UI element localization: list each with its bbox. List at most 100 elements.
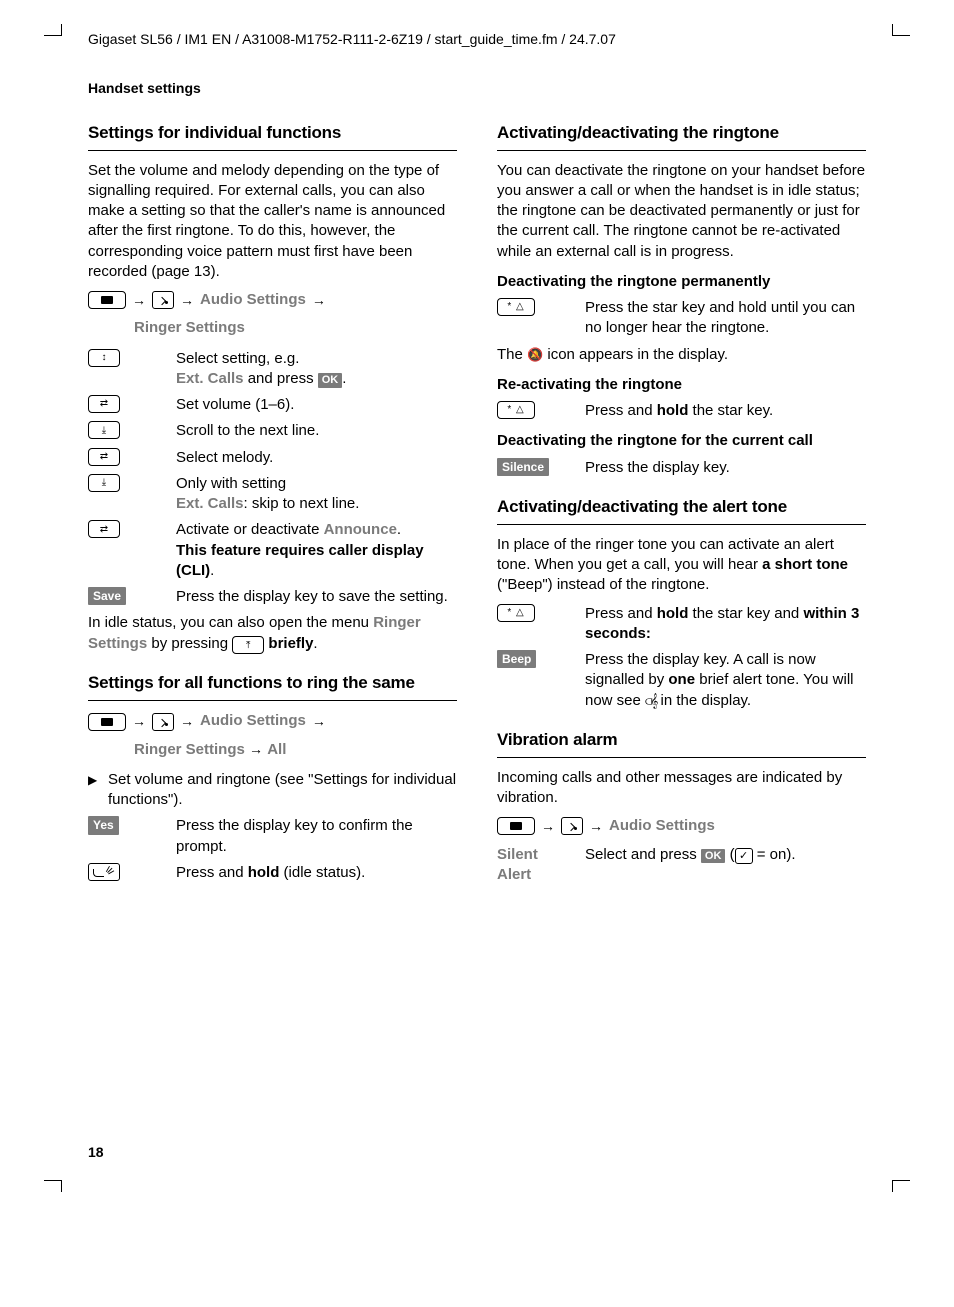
step-text: Press the display key to save the settin…: [176, 587, 457, 607]
subheading-deact-perm: Deactivating the ringtone permanently: [497, 272, 866, 292]
ok-badge: OK: [701, 849, 726, 864]
submenu-key-icon: [152, 291, 174, 309]
up-key-icon: ⤒: [232, 636, 264, 654]
step-text: .: [342, 370, 346, 387]
step-row: * △ Press and hold the star key.: [497, 401, 866, 421]
para-vibration: Incoming calls and other messages are in…: [497, 768, 866, 809]
beep-badge: Beep: [497, 650, 536, 668]
step-text: Press the display key to confirm the pro…: [176, 816, 457, 857]
step-text: Press and: [585, 402, 657, 419]
para-ringtone: You can deactivate the ringtone on your …: [497, 161, 866, 262]
down-key-icon: ⤓: [88, 421, 120, 439]
step-text: in the display.: [656, 692, 751, 709]
nav-path-1: → → Audio Settings → Ringer Settings: [88, 290, 457, 339]
step-text: Select and press: [585, 846, 701, 863]
step-text: Press and: [585, 605, 657, 622]
nav-audio: Audio Settings: [200, 290, 306, 310]
silence-badge: Silence: [497, 458, 549, 476]
step-text: .: [397, 521, 401, 538]
step-text: Press and: [176, 864, 248, 881]
step-bold: hold: [248, 864, 280, 881]
nav-audio: Audio Settings: [200, 711, 306, 731]
arrow-icon: →: [132, 712, 146, 731]
step-text: (idle status).: [279, 864, 365, 881]
step-text: : skip to next line.: [244, 495, 360, 512]
heading-individual: Settings for individual functions: [88, 122, 457, 151]
step-row: ⇄ Activate or deactivate Announce. This …: [88, 520, 457, 581]
star-key-icon: * △: [497, 401, 535, 419]
step-option: Ext. Calls: [176, 370, 244, 387]
step-row: Yes Press the display key to confirm the…: [88, 816, 457, 857]
arrow-icon: →: [249, 740, 263, 759]
menu-key-icon: [88, 713, 126, 731]
arrow-icon: →: [541, 817, 555, 836]
star-key-icon: * △: [497, 604, 535, 622]
silent-alert-label: Silent Alert: [497, 845, 575, 886]
arrow-icon: →: [312, 291, 326, 310]
step-text: Select melody.: [176, 448, 457, 468]
step-text: the star key and: [688, 605, 803, 622]
section-title: Handset settings: [88, 79, 866, 98]
nav-path-3: → → Audio Settings: [497, 816, 866, 836]
step-option: Ext. Calls: [176, 495, 244, 512]
nav-ringer: Ringer Settings: [134, 741, 245, 758]
para-alert: In place of the ringer tone you can acti…: [497, 535, 866, 596]
alert-display-icon: ⫏𝄞: [645, 693, 656, 708]
heading-alert: Activating/deactivating the alert tone: [497, 496, 866, 525]
step-text: Press the star key and hold until you ca…: [585, 298, 866, 339]
step-row: Silent Alert Select and press OK (✓ = on…: [497, 845, 866, 886]
step-row: ⇄ Select melody.: [88, 448, 457, 468]
step-text: = on).: [753, 846, 796, 863]
submenu-key-icon: [561, 817, 583, 835]
bullet-text: Set volume and ringtone (see "Settings f…: [108, 770, 457, 811]
heading-ringtone: Activating/deactivating the ringtone: [497, 122, 866, 151]
arrow-icon: →: [312, 712, 326, 731]
subheading-deact-cur: Deactivating the ringtone for the curren…: [497, 431, 866, 451]
submenu-key-icon: [152, 713, 174, 731]
bell-off-icon: 🔕: [527, 347, 543, 362]
step-text: Select setting, e.g.: [176, 350, 299, 367]
step-row: Silence Press the display key.: [497, 458, 866, 478]
triangle-bullet-icon: ▶: [88, 770, 100, 811]
step-row: ⤓ Only with setting Ext. Calls: skip to …: [88, 474, 457, 515]
bullet-item: ▶ Set volume and ringtone (see "Settings…: [88, 770, 457, 811]
step-row: * △ Press and hold the star key and with…: [497, 604, 866, 645]
arrow-icon: →: [180, 712, 194, 731]
arrow-icon: →: [180, 291, 194, 310]
heading-vibration: Vibration alarm: [497, 729, 866, 758]
step-bold: hold: [657, 402, 689, 419]
step-bold: one: [668, 671, 695, 688]
yes-badge: Yes: [88, 816, 119, 834]
arrow-icon: →: [132, 291, 146, 310]
leftright-key-icon: ⇄: [88, 448, 120, 466]
nav-path-2: → → Audio Settings → Ringer Settings → A…: [88, 711, 457, 760]
step-text: Set volume (1–6).: [176, 395, 457, 415]
idle-note: In idle status, you can also open the me…: [88, 613, 457, 654]
step-row: Save Press the display key to save the s…: [88, 587, 457, 607]
leftright-key-icon: ⇄: [88, 395, 120, 413]
step-row: Beep Press the display key. A call is no…: [497, 650, 866, 711]
step-text: Press the display key.: [585, 458, 866, 478]
subheading-react: Re-activating the ringtone: [497, 375, 866, 395]
step-option: Announce: [324, 521, 397, 538]
step-row: Press and hold (idle status).: [88, 863, 457, 883]
ok-badge: OK: [318, 373, 343, 388]
step-row: ↕ Select setting, e.g. Ext. Calls and pr…: [88, 349, 457, 390]
down-key-icon: ⤓: [88, 474, 120, 492]
step-text: and press: [244, 370, 318, 387]
header-path: Gigaset SL56 / IM1 EN / A31008-M1752-R11…: [60, 30, 894, 49]
step-text: the star key.: [688, 402, 773, 419]
step-row: ⇄ Set volume (1–6).: [88, 395, 457, 415]
icon-appears-note: The 🔕 icon appears in the display.: [497, 345, 866, 365]
nav-all: All: [267, 741, 286, 758]
nav-audio: Audio Settings: [609, 816, 715, 836]
step-text: Activate or deactivate: [176, 521, 324, 538]
arrow-icon: →: [589, 817, 603, 836]
left-column: Settings for individual functions Set th…: [88, 122, 457, 1162]
menu-key-icon: [497, 817, 535, 835]
right-column: Activating/deactivating the ringtone You…: [497, 122, 866, 1162]
hangup-key-icon: [88, 863, 120, 881]
step-text: Scroll to the next line.: [176, 421, 457, 441]
star-key-icon: * △: [497, 298, 535, 316]
leftright-key-icon: ⇄: [88, 520, 120, 538]
